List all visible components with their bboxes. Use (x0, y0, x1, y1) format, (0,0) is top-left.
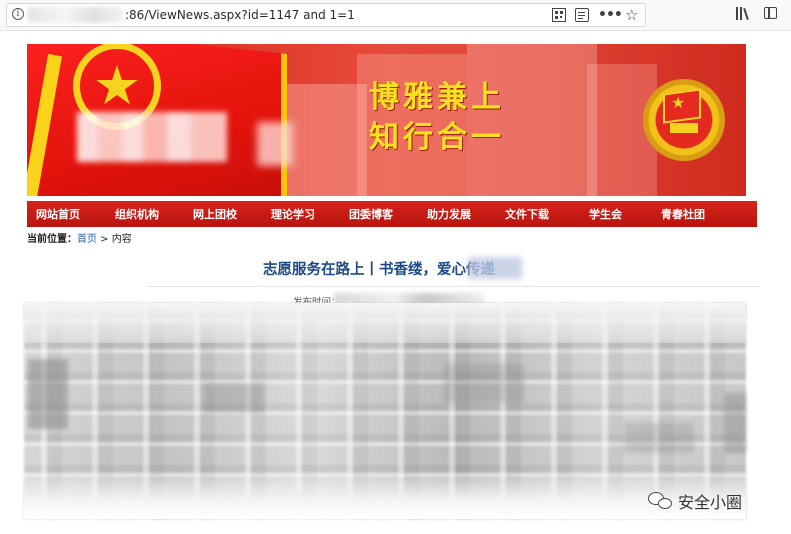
library-icon[interactable] (736, 6, 750, 21)
browser-toolbar: i :86/ViewNews.aspx?id=1147 and 1=1 ••• … (0, 0, 791, 31)
article-title-text: 志愿服务在路上丨书香缕 (263, 262, 423, 278)
watermark-text: 安全小圈 (678, 493, 743, 512)
bookmark-star-icon[interactable]: ☆ (625, 8, 639, 23)
nav-item-development[interactable]: 助力发展 (427, 206, 505, 222)
reader-view-icon[interactable] (575, 8, 589, 22)
motto-line-2: 知行合一 (369, 120, 505, 155)
address-bar[interactable]: i :86/ViewNews.aspx?id=1147 and 1=1 ••• … (6, 3, 646, 27)
redacted-school-name-tail (257, 122, 293, 166)
title-divider (148, 286, 760, 287)
banner-motto: 博雅兼上 知行合一 (369, 78, 505, 158)
sidebar-toggle-icon[interactable] (764, 7, 777, 19)
nav-item-blog[interactable]: 团委博客 (349, 206, 427, 222)
redacted-article-body (24, 303, 746, 519)
nav-item-home[interactable]: 网站首页 (36, 206, 115, 222)
redacted-title-part (468, 257, 522, 279)
wechat-watermark: 安全小圈 (648, 489, 742, 513)
breadcrumb-current: 内容 (111, 234, 132, 245)
site-info-icon[interactable]: i (12, 8, 24, 20)
article-title: 志愿服务在路上丨书香缕，爱心传递 (263, 258, 495, 279)
nav-item-online-school[interactable]: 网上团校 (193, 206, 271, 222)
breadcrumb-label: 当前位置： (27, 234, 77, 245)
url-text[interactable]: :86/ViewNews.aspx?id=1147 and 1=1 (125, 8, 355, 22)
breadcrumb-separator: > (97, 234, 112, 245)
nav-item-student-union[interactable]: 学生会 (589, 206, 661, 222)
redacted-school-name (77, 112, 227, 162)
redacted-host (27, 7, 123, 23)
nav-item-organization[interactable]: 组织机构 (115, 206, 193, 222)
main-nav: 网站首页 组织机构 网上团校 理论学习 团委博客 助力发展 文件下载 学生会 青… (27, 201, 757, 227)
nav-item-downloads[interactable]: 文件下载 (505, 206, 589, 222)
breadcrumb-home-link[interactable]: 首页 (77, 234, 97, 245)
nav-item-theory[interactable]: 理论学习 (271, 206, 349, 222)
site-banner: ★ 博雅兼上 知行合一 ★ (27, 44, 746, 196)
more-actions-icon[interactable]: ••• (598, 8, 623, 22)
league-emblem-icon: ★ (643, 79, 725, 161)
wechat-icon (648, 490, 674, 512)
breadcrumb: 当前位置：首页 > 内容 (27, 230, 132, 245)
qr-code-icon[interactable] (552, 8, 566, 22)
nav-item-clubs[interactable]: 青春社团 (661, 206, 727, 222)
motto-line-1: 博雅兼上 (369, 80, 505, 115)
